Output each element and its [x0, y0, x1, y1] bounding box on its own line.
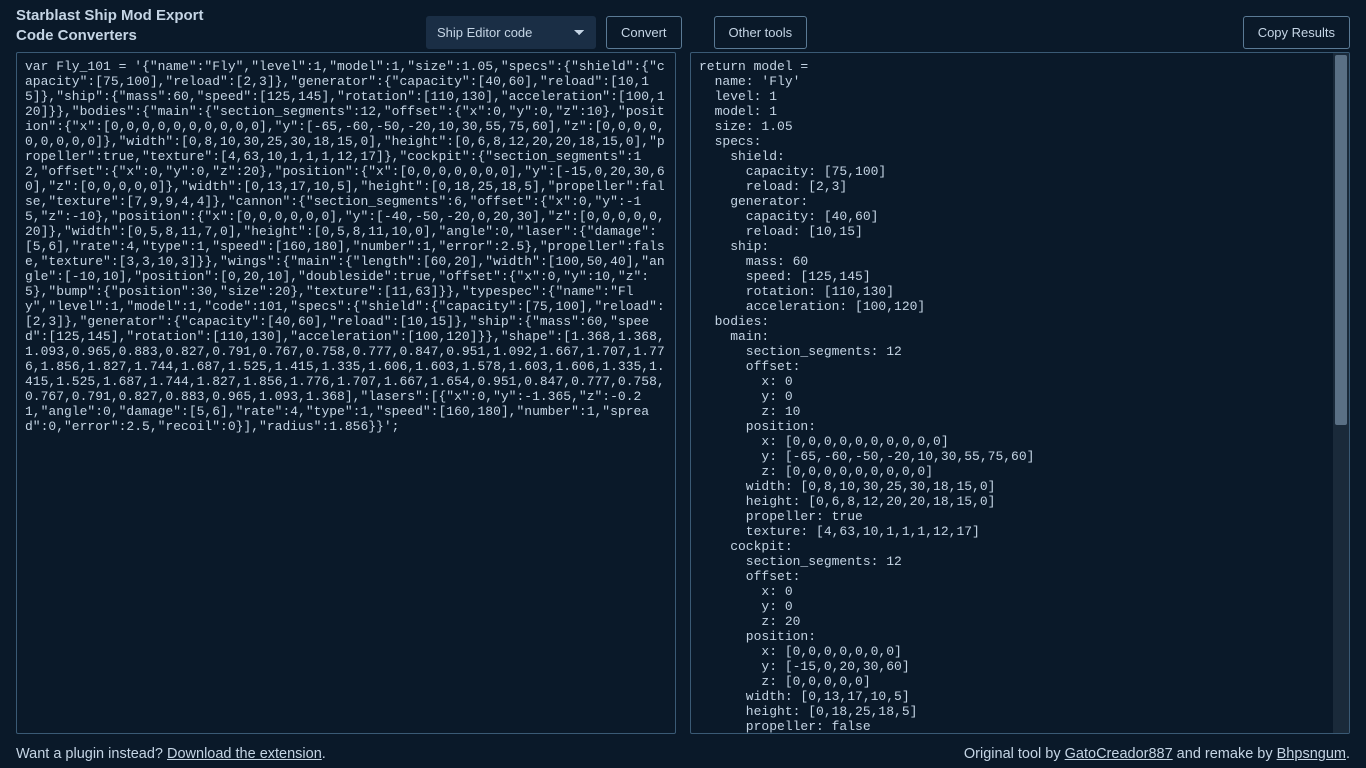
page-title: Starblast Ship Mod Export Code Converter…	[16, 6, 426, 47]
copy-results-button[interactable]: Copy Results	[1243, 16, 1350, 49]
download-extension-link[interactable]: Download the extension	[167, 746, 322, 762]
convert-button[interactable]: Convert	[606, 16, 682, 49]
footer-right: Original tool by GatoCreador887 and rema…	[964, 746, 1350, 762]
output-scrollbar[interactable]	[1333, 53, 1349, 733]
credit-prefix: Original tool by	[964, 746, 1065, 762]
period-1: .	[322, 746, 326, 762]
main-content: var Fly_101 = '{"name":"Fly","level":1,"…	[0, 52, 1366, 734]
title-line-2: Code Converters	[16, 27, 137, 44]
header: Starblast Ship Mod Export Code Converter…	[0, 0, 1366, 52]
title-line-1: Starblast Ship Mod Export	[16, 7, 204, 24]
period-2: .	[1346, 746, 1350, 762]
other-tools-button[interactable]: Other tools	[714, 16, 808, 49]
scrollbar-thumb[interactable]	[1335, 55, 1347, 425]
author1-link[interactable]: GatoCreador887	[1065, 746, 1173, 762]
format-dropdown[interactable]: Ship Editor code	[426, 16, 596, 49]
input-panel: var Fly_101 = '{"name":"Fly","level":1,"…	[16, 52, 676, 734]
footer: Want a plugin instead? Download the exte…	[16, 746, 1350, 762]
input-code[interactable]: var Fly_101 = '{"name":"Fly","level":1,"…	[17, 53, 675, 733]
credit-middle: and remake by	[1173, 746, 1277, 762]
plugin-prompt: Want a plugin instead?	[16, 746, 167, 762]
toolbar-left: Ship Editor code Convert Other tools	[426, 16, 807, 49]
footer-left: Want a plugin instead? Download the exte…	[16, 746, 326, 762]
toolbar-right: Copy Results	[1243, 16, 1350, 49]
author2-link[interactable]: Bhpsngum	[1277, 746, 1346, 762]
output-code[interactable]: return model = name: 'Fly' level: 1 mode…	[691, 53, 1333, 733]
output-panel: return model = name: 'Fly' level: 1 mode…	[690, 52, 1350, 734]
